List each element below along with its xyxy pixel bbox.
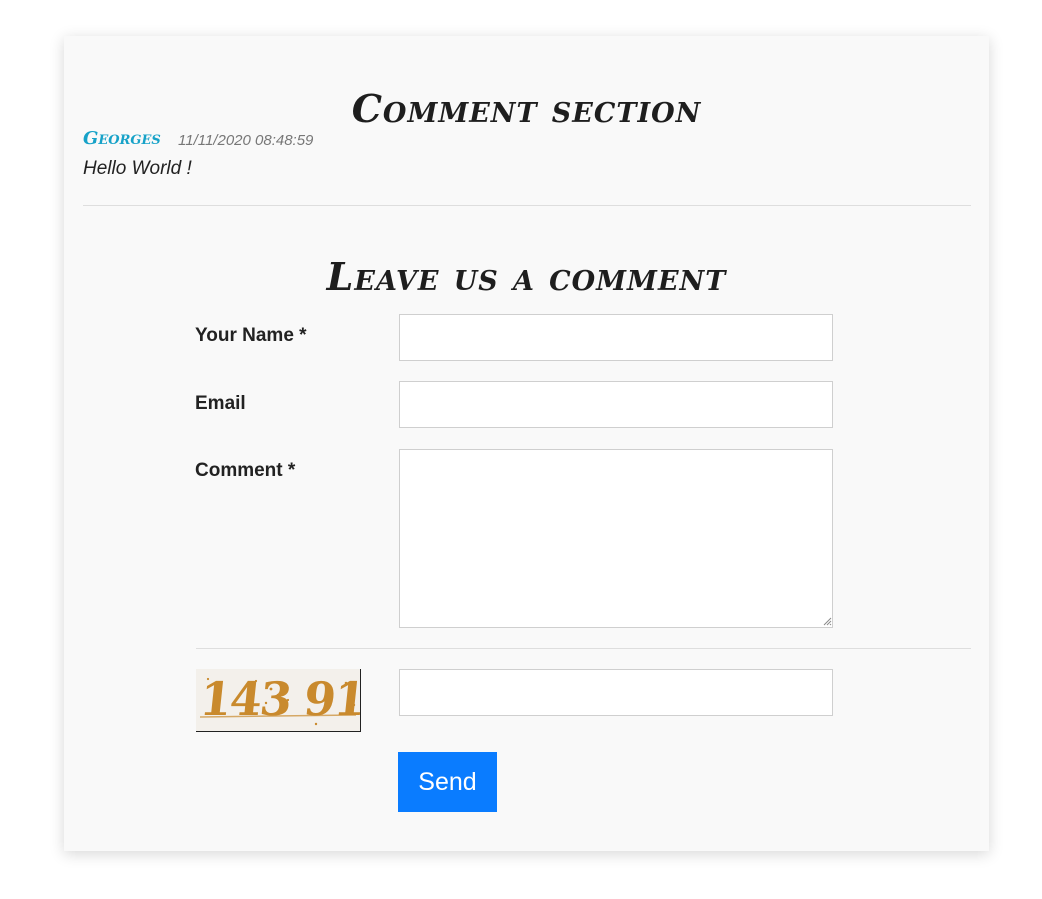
form-divider [196,648,971,649]
leave-comment-title: Leave us a comment [326,254,727,299]
send-button[interactable]: Send [398,752,497,812]
name-input[interactable] [399,314,833,361]
comment-text: Hello World ! [83,158,192,179]
name-label: Your Name * [195,325,307,346]
comment-date: 11/11/2020 08:48:59 [178,132,314,149]
resize-grip-icon[interactable] [822,616,832,626]
comment-textarea[interactable] [399,449,833,628]
email-label: Email [195,393,246,414]
comment-author: Georges [83,128,161,149]
captcha-text: 143 91 [197,672,361,726]
email-input[interactable] [399,381,833,428]
captcha-input[interactable] [399,669,833,716]
section-divider [83,205,971,206]
captcha-image: 143 91 [196,669,361,732]
comment-label: Comment * [195,460,296,481]
comment-card: Comment section Georges 11/11/2020 08:48… [64,36,989,851]
comment-section-title: Comment section [351,86,702,131]
